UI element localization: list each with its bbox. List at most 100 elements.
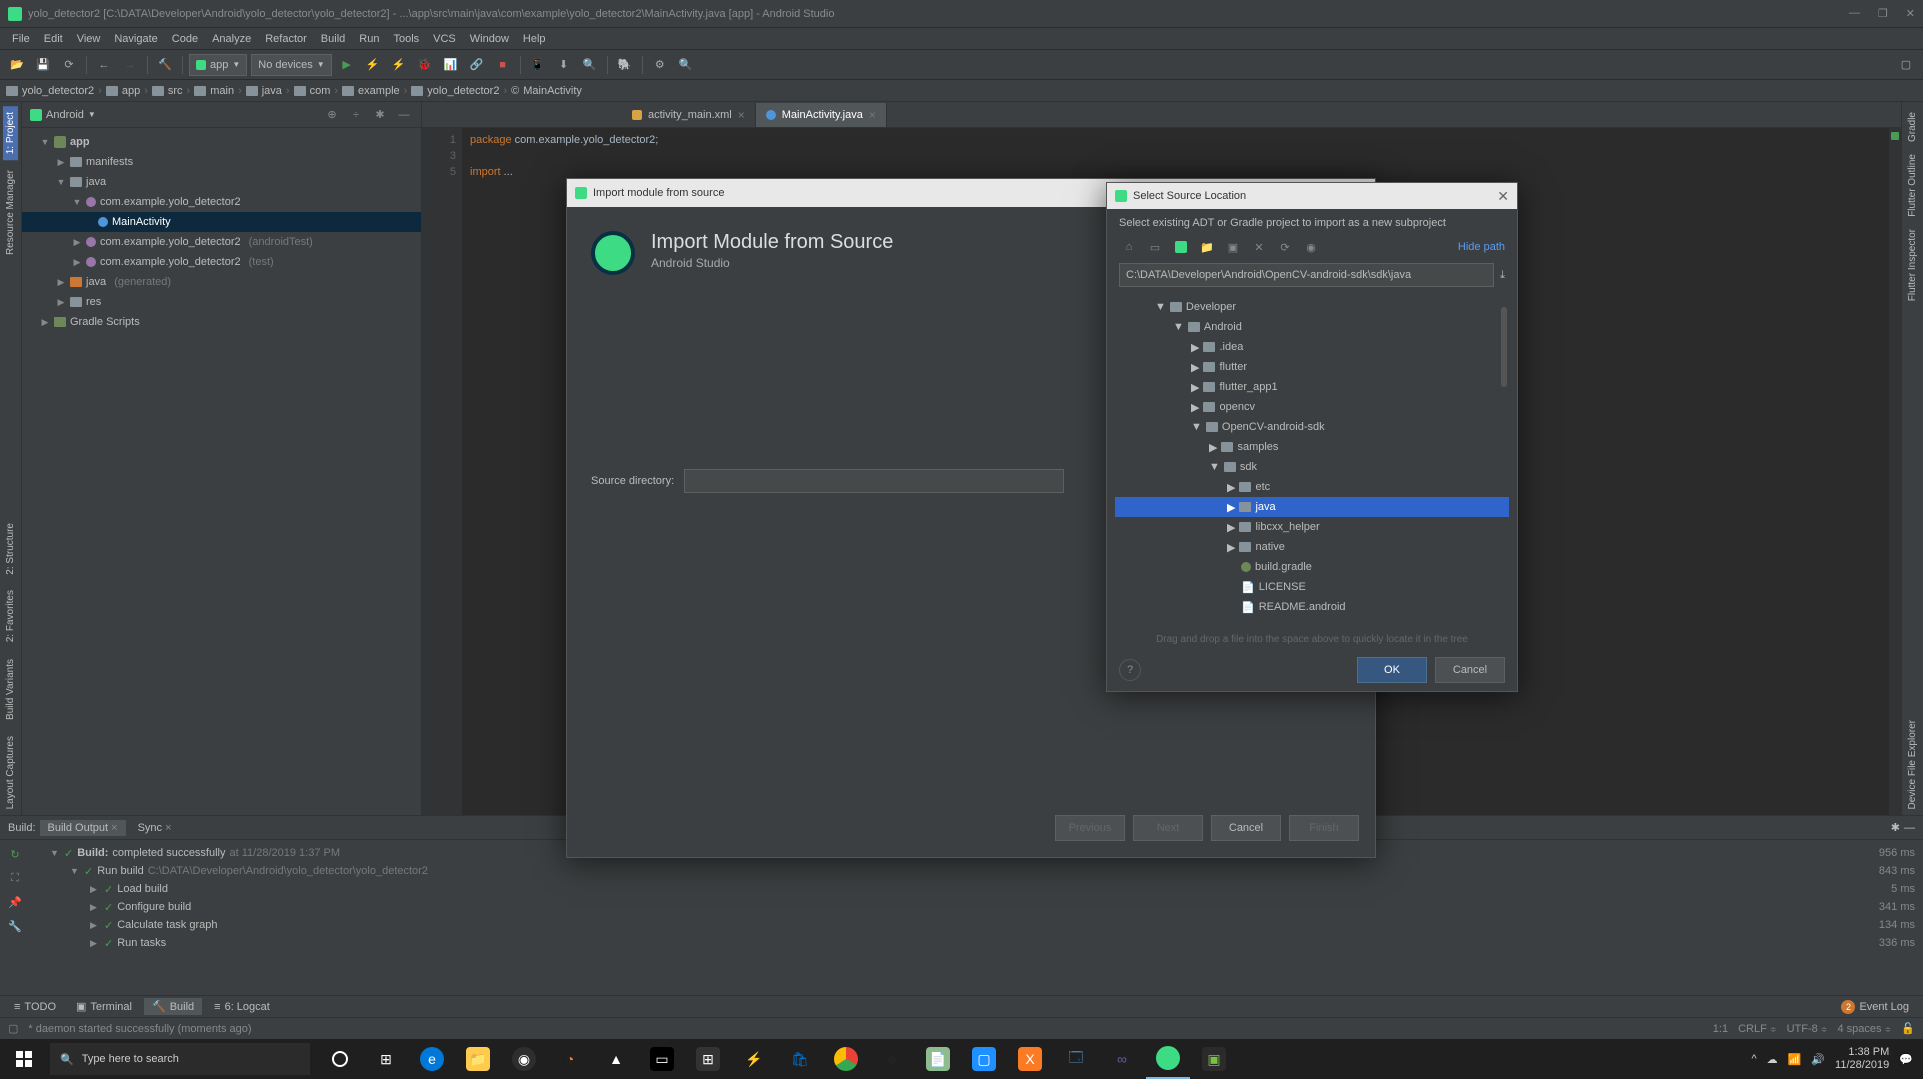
- search-everywhere-icon[interactable]: 🔍: [675, 54, 697, 76]
- menu-analyze[interactable]: Analyze: [206, 31, 257, 47]
- crumb[interactable]: ©MainActivity: [509, 85, 584, 97]
- expand-icon[interactable]: ÷: [347, 106, 365, 124]
- cancel-button[interactable]: Cancel: [1211, 815, 1281, 841]
- menu-code[interactable]: Code: [166, 31, 204, 47]
- gradle-sync-icon[interactable]: 🐘: [614, 54, 636, 76]
- build-output-tab[interactable]: Build Output ×: [40, 820, 126, 836]
- tree-main-activity[interactable]: MainActivity: [22, 212, 421, 232]
- build-row[interactable]: ▶✓Calculate task graph: [30, 916, 1843, 934]
- vs-icon[interactable]: ∞: [1100, 1039, 1144, 1079]
- tree-gradle-scripts[interactable]: ▶Gradle Scripts: [22, 312, 421, 332]
- calc-icon[interactable]: ⊞: [686, 1039, 730, 1079]
- sdk-icon[interactable]: ⬇: [553, 54, 575, 76]
- rerun-icon[interactable]: ↻: [5, 844, 25, 864]
- tree-item[interactable]: ▼Developer: [1115, 297, 1509, 317]
- previous-button[interactable]: Previous: [1055, 815, 1125, 841]
- xampp-icon[interactable]: X: [1008, 1039, 1052, 1079]
- clock[interactable]: 1:38 PM 11/28/2019: [1835, 1046, 1889, 1072]
- project-tab[interactable]: 1: Project: [3, 106, 18, 160]
- flutter-outline-tab[interactable]: Flutter Outline: [1905, 148, 1920, 223]
- tree-item[interactable]: ▶samples: [1115, 437, 1509, 457]
- editor-tab-xml[interactable]: activity_main.xml×: [622, 103, 756, 127]
- hide-path-link[interactable]: Hide path: [1458, 241, 1505, 253]
- menu-navigate[interactable]: Navigate: [108, 31, 163, 47]
- tree-item[interactable]: ▶libcxx_helper: [1115, 517, 1509, 537]
- logcat-tab[interactable]: ≡ 6: Logcat: [206, 999, 278, 1015]
- help-button[interactable]: ?: [1119, 659, 1141, 681]
- attach-debug-icon[interactable]: 🔗: [466, 54, 488, 76]
- app-icon[interactable]: 📄: [916, 1039, 960, 1079]
- blender-icon[interactable]: ◔: [548, 1039, 592, 1079]
- project-view-selector[interactable]: Android ▼: [30, 109, 96, 121]
- show-hidden-icon[interactable]: ◉: [1301, 237, 1321, 257]
- volume-icon[interactable]: 🔊: [1811, 1053, 1825, 1066]
- event-log-tab[interactable]: 2Event Log: [1833, 998, 1917, 1016]
- task-view-icon[interactable]: ⊞: [364, 1039, 408, 1079]
- editor-tab-java[interactable]: MainActivity.java×: [756, 103, 887, 127]
- toolbar-right-icon[interactable]: ▢: [1895, 54, 1917, 76]
- status-icon[interactable]: ▢: [8, 1022, 18, 1035]
- tree-item[interactable]: ▶.idea: [1115, 337, 1509, 357]
- sync-tab[interactable]: Sync ×: [130, 820, 180, 836]
- layout-captures-tab[interactable]: Layout Captures: [3, 730, 18, 815]
- apply-code-icon[interactable]: ⚡: [388, 54, 410, 76]
- indent[interactable]: 4 spaces ≑: [1838, 1023, 1892, 1035]
- todo-tab[interactable]: ≡ TODO: [6, 999, 64, 1015]
- structure-tab[interactable]: 2: Structure: [3, 517, 18, 581]
- search-box[interactable]: 🔍 Type here to search: [50, 1043, 310, 1075]
- source-dir-input[interactable]: [684, 469, 1064, 493]
- tree-item[interactable]: ▶flutter_app1: [1115, 377, 1509, 397]
- lock-icon[interactable]: 🔓: [1901, 1022, 1915, 1035]
- gear-icon[interactable]: ✱: [1891, 821, 1900, 834]
- build-row[interactable]: ▶✓Configure build: [30, 898, 1843, 916]
- build-variants-tab[interactable]: Build Variants: [3, 653, 18, 726]
- tray-chevron-icon[interactable]: ^: [1751, 1053, 1756, 1065]
- store-icon[interactable]: 🛍: [778, 1039, 822, 1079]
- menu-window[interactable]: Window: [464, 31, 515, 47]
- menu-vcs[interactable]: VCS: [427, 31, 462, 47]
- tree-java-gen[interactable]: ▶java(generated): [22, 272, 421, 292]
- settings-icon[interactable]: 🔧: [5, 916, 25, 936]
- tree-item[interactable]: ▼OpenCV-android-sdk: [1115, 417, 1509, 437]
- tree-manifests[interactable]: ▶manifests: [22, 152, 421, 172]
- project-structure-icon[interactable]: ⚙: [649, 54, 671, 76]
- avd-icon[interactable]: 📱: [527, 54, 549, 76]
- tree-pkg1[interactable]: ▼com.example.yolo_detector2: [22, 192, 421, 212]
- path-input[interactable]: [1119, 263, 1494, 287]
- crumb[interactable]: yolo_detector2: [4, 85, 96, 97]
- device-explorer-tab[interactable]: Device File Explorer: [1905, 714, 1920, 815]
- close-tab-icon[interactable]: ×: [738, 108, 745, 122]
- open-file-icon[interactable]: 📂: [6, 54, 28, 76]
- tree-item[interactable]: 📄LICENSE: [1115, 577, 1509, 597]
- tree-item[interactable]: ▶etc: [1115, 477, 1509, 497]
- menu-help[interactable]: Help: [517, 31, 552, 47]
- crumb[interactable]: src: [150, 85, 185, 97]
- build-row[interactable]: ▶✓Run tasks: [30, 934, 1843, 952]
- profile-icon[interactable]: 📊: [440, 54, 462, 76]
- menu-tools[interactable]: Tools: [387, 31, 425, 47]
- project-icon[interactable]: [1171, 237, 1191, 257]
- crumb[interactable]: app: [104, 85, 142, 97]
- onedrive-icon[interactable]: ☁: [1767, 1053, 1778, 1066]
- android-studio-icon[interactable]: [1146, 1039, 1190, 1079]
- crumb[interactable]: yolo_detector2: [409, 85, 501, 97]
- file-tree[interactable]: ▼Developer ▼Android ▶.idea ▶flutter ▶flu…: [1115, 297, 1509, 626]
- crumb[interactable]: java: [244, 85, 284, 97]
- ok-button[interactable]: OK: [1357, 657, 1427, 683]
- target-icon[interactable]: ⊕: [323, 106, 341, 124]
- scrollbar-thumb[interactable]: [1501, 307, 1507, 387]
- app-icon[interactable]: ▢: [962, 1039, 1006, 1079]
- start-button[interactable]: [0, 1039, 48, 1079]
- menu-view[interactable]: View: [71, 31, 107, 47]
- app-icon[interactable]: ▣: [1192, 1039, 1236, 1079]
- close-icon[interactable]: ✕: [1497, 188, 1509, 205]
- finish-button[interactable]: Finish: [1289, 815, 1359, 841]
- chrome-icon[interactable]: [824, 1039, 868, 1079]
- next-button[interactable]: Next: [1133, 815, 1203, 841]
- tree-java[interactable]: ▼java: [22, 172, 421, 192]
- tree-item[interactable]: ▶flutter: [1115, 357, 1509, 377]
- resource-manager-tab[interactable]: Resource Manager: [3, 164, 18, 261]
- menu-file[interactable]: File: [6, 31, 36, 47]
- module-icon[interactable]: ▣: [1223, 237, 1243, 257]
- pin-icon[interactable]: 📌: [5, 892, 25, 912]
